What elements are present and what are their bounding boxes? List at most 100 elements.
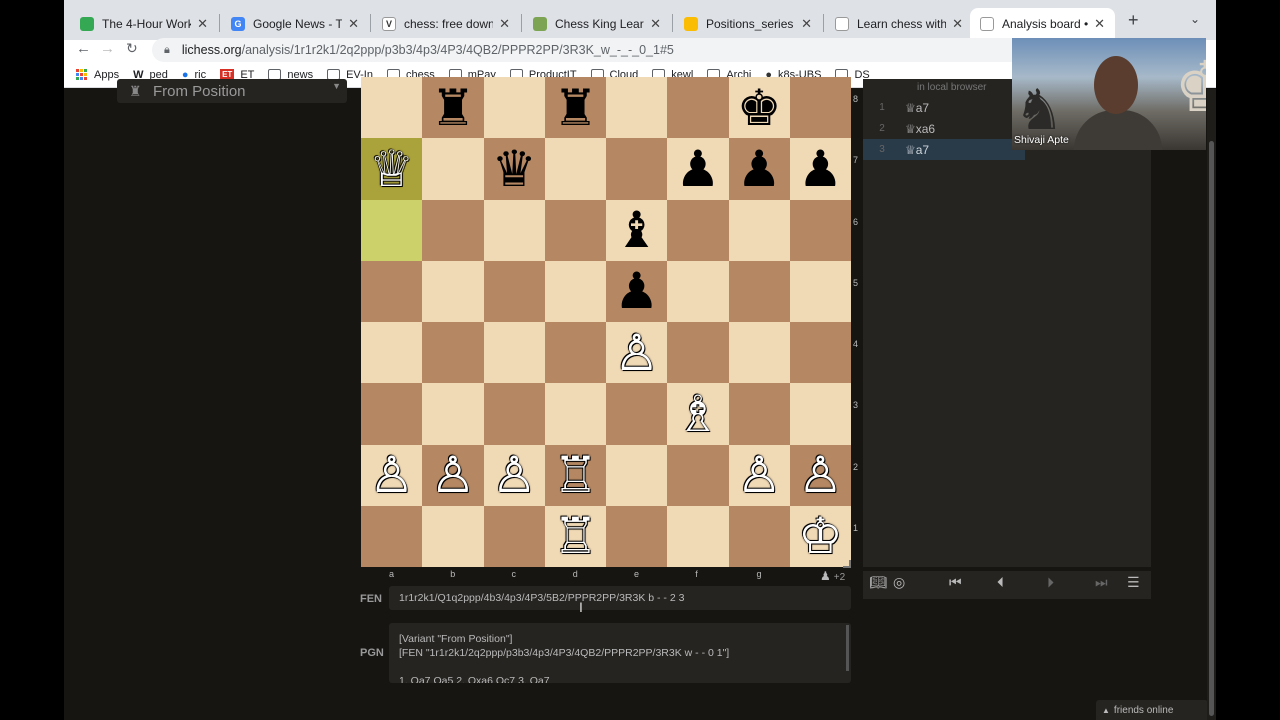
square-a6[interactable]	[361, 199, 423, 261]
square-c4[interactable]	[483, 322, 545, 384]
square-b3[interactable]	[422, 383, 484, 445]
piece-h1[interactable]: ♔	[798, 511, 843, 561]
square-e8[interactable]	[606, 77, 668, 139]
close-tab-icon[interactable]: ✕	[348, 16, 359, 32]
bookmark-item[interactable]: Apps	[76, 68, 119, 81]
forward-icon[interactable]: →	[100, 40, 115, 57]
variant-selector[interactable]: ♜ From Position ▼	[117, 79, 347, 103]
move-row[interactable]: 2 ♕xa6	[863, 118, 1025, 139]
chess-board[interactable]: ♜ ♜ ♚ ♕ ♛ ♟ ♟ ♟ ♝ ♟ ♙ ♗ ♙ ♙ ♙ ♖ ♙ ♙ ♖ ♔	[361, 77, 851, 567]
pgn-scrollbar[interactable]	[846, 625, 849, 671]
square-c7[interactable]: ♛	[483, 138, 545, 200]
square-e5[interactable]: ♟	[606, 260, 668, 322]
tab-7[interactable]: Analysis board • liche ✕	[970, 8, 1115, 40]
square-g8[interactable]: ♚	[728, 77, 790, 139]
tab-6[interactable]: Learn chess with the ✕	[825, 8, 973, 40]
square-a2[interactable]: ♙	[361, 444, 423, 506]
square-c1[interactable]	[483, 505, 545, 567]
prev-move-icon[interactable]: ⏴	[997, 575, 1004, 591]
square-h2[interactable]: ♙	[789, 444, 851, 506]
piece-f3[interactable]: ♗	[675, 389, 720, 439]
tab-2[interactable]: G Google News - Techn ✕	[221, 8, 369, 40]
square-g4[interactable]	[728, 322, 790, 384]
square-g2[interactable]: ♙	[728, 444, 790, 506]
square-e2[interactable]	[606, 444, 668, 506]
tab-3[interactable]: Vchess: free download ✕	[372, 8, 520, 40]
close-tab-icon[interactable]: ✕	[801, 16, 812, 32]
close-tab-icon[interactable]: ✕	[650, 16, 661, 32]
friends-online-button[interactable]: ▲ friends online	[1096, 700, 1208, 720]
piece-g8[interactable]: ♚	[737, 83, 782, 133]
piece-d2[interactable]: ♖	[553, 450, 598, 500]
new-tab-button[interactable]: +	[1128, 10, 1139, 31]
square-d6[interactable]	[544, 199, 606, 261]
fen-input[interactable]: 1r1r2k1/Q1q2ppp/4b3/4p3/4P3/5B2/PPPR2PP/…	[389, 586, 851, 610]
move-san[interactable]: ♕a7	[901, 143, 929, 157]
piece-e5[interactable]: ♟	[614, 266, 659, 316]
piece-g7[interactable]: ♟	[737, 144, 782, 194]
square-a5[interactable]	[361, 260, 423, 322]
close-tab-icon[interactable]: ✕	[499, 16, 510, 32]
square-a3[interactable]	[361, 383, 423, 445]
address-bar[interactable]: 🔒︎ lichess.org/analysis/1r1r2k1/2q2ppp/p…	[152, 38, 1022, 62]
move-row[interactable]: 1 ♕a7	[863, 97, 1025, 118]
tab-5[interactable]: Positions_series - Go ✕	[674, 8, 822, 40]
square-c5[interactable]	[483, 260, 545, 322]
piece-e4[interactable]: ♙	[614, 328, 659, 378]
square-g7[interactable]: ♟	[728, 138, 790, 200]
square-b4[interactable]	[422, 322, 484, 384]
piece-e6[interactable]: ♝	[614, 205, 659, 255]
square-h1[interactable]: ♔	[789, 505, 851, 567]
square-g1[interactable]	[728, 505, 790, 567]
square-h4[interactable]	[789, 322, 851, 384]
next-move-icon[interactable]: ⏵	[1047, 575, 1054, 591]
tab-search-icon[interactable]: ⌄	[1190, 12, 1200, 26]
move-san[interactable]: ♕a7	[901, 101, 929, 115]
square-f7[interactable]: ♟	[667, 138, 729, 200]
page-scrollbar[interactable]	[1207, 89, 1216, 720]
square-f1[interactable]	[667, 505, 729, 567]
first-move-icon[interactable]: ⏮	[949, 575, 962, 591]
square-h3[interactable]	[789, 383, 851, 445]
piece-f7[interactable]: ♟	[675, 144, 720, 194]
square-f3[interactable]: ♗	[667, 383, 729, 445]
square-d5[interactable]	[544, 260, 606, 322]
square-e4[interactable]: ♙	[606, 322, 668, 384]
square-h6[interactable]	[789, 199, 851, 261]
close-tab-icon[interactable]: ✕	[952, 16, 963, 32]
square-c8[interactable]	[483, 77, 545, 139]
piece-d8[interactable]: ♜	[553, 83, 598, 133]
scrollbar-thumb[interactable]	[1209, 141, 1214, 716]
square-f6[interactable]	[667, 199, 729, 261]
square-c2[interactable]: ♙	[483, 444, 545, 506]
square-h8[interactable]	[789, 77, 851, 139]
piece-c2[interactable]: ♙	[492, 450, 537, 500]
square-g6[interactable]	[728, 199, 790, 261]
piece-c7[interactable]: ♛	[492, 144, 537, 194]
square-g5[interactable]	[728, 260, 790, 322]
square-c3[interactable]	[483, 383, 545, 445]
square-e1[interactable]	[606, 505, 668, 567]
piece-b2[interactable]: ♙	[430, 450, 475, 500]
square-a1[interactable]	[361, 505, 423, 567]
pgn-textarea[interactable]: [Variant "From Position"] [FEN "1r1r2k1/2…	[389, 623, 851, 683]
piece-b8[interactable]: ♜	[430, 83, 475, 133]
piece-g2[interactable]: ♙	[737, 450, 782, 500]
square-d8[interactable]: ♜	[544, 77, 606, 139]
square-a7[interactable]: ♕	[361, 138, 423, 200]
close-tab-icon[interactable]: ✕	[1094, 16, 1105, 32]
piece-a2[interactable]: ♙	[369, 450, 414, 500]
square-b6[interactable]	[422, 199, 484, 261]
back-icon[interactable]: ←	[76, 40, 91, 57]
last-move-icon[interactable]: ⏭	[1095, 575, 1108, 591]
square-g3[interactable]	[728, 383, 790, 445]
board-resize-handle[interactable]	[843, 560, 851, 568]
square-f4[interactable]	[667, 322, 729, 384]
book-icon[interactable]: 📖︎	[869, 575, 887, 591]
square-d7[interactable]	[544, 138, 606, 200]
square-a4[interactable]	[361, 322, 423, 384]
square-h7[interactable]: ♟	[789, 138, 851, 200]
piece-a7[interactable]: ♕	[369, 144, 414, 194]
square-d1[interactable]: ♖	[544, 505, 606, 567]
square-e3[interactable]	[606, 383, 668, 445]
